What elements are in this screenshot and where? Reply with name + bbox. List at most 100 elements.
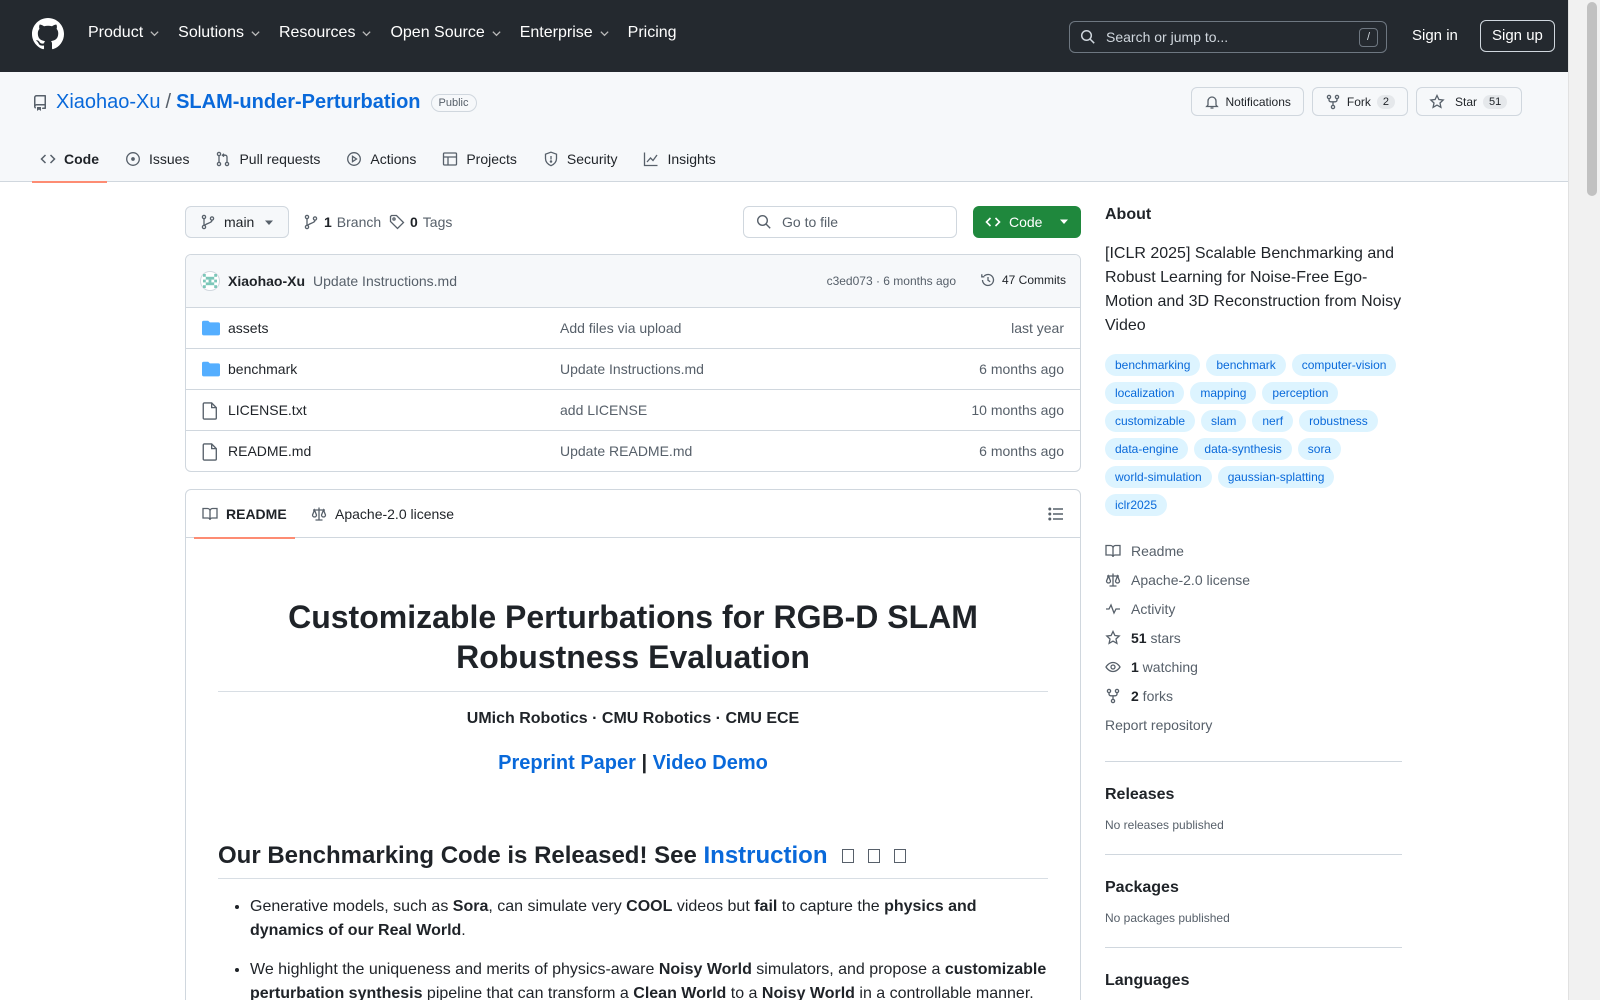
- commit-message-link[interactable]: Update Instructions.md: [313, 273, 457, 289]
- readme-link[interactable]: Readme: [1105, 536, 1402, 565]
- file-date: 6 months ago: [979, 443, 1064, 459]
- file-name[interactable]: assets: [228, 320, 268, 336]
- nav-solutions[interactable]: Solutions: [178, 24, 270, 42]
- tab-security[interactable]: Security: [535, 136, 626, 182]
- search-icon: [756, 214, 771, 229]
- file-name[interactable]: README.md: [228, 443, 311, 459]
- topic-tag[interactable]: slam: [1201, 410, 1247, 432]
- file-commit-message[interactable]: Update README.md: [560, 443, 692, 459]
- nav-product[interactable]: Product: [88, 24, 169, 42]
- tab-actions[interactable]: Actions: [338, 136, 424, 182]
- history-icon: [981, 273, 995, 287]
- file-name[interactable]: benchmark: [228, 361, 297, 377]
- shield-icon: [544, 151, 558, 167]
- tab-insights[interactable]: Insights: [635, 136, 723, 182]
- file-icon: [202, 443, 217, 461]
- star-label: Star: [1455, 94, 1478, 109]
- commit-author-link[interactable]: Xiaohao-Xu: [228, 273, 305, 289]
- topic-tag[interactable]: benchmark: [1206, 354, 1286, 376]
- activity-link[interactable]: Activity: [1105, 594, 1402, 623]
- avatar[interactable]: [200, 271, 220, 291]
- file-commit-message[interactable]: Update Instructions.md: [560, 361, 704, 377]
- branch-selector[interactable]: main: [185, 206, 289, 238]
- file-commit-message[interactable]: add LICENSE: [560, 402, 647, 418]
- file-browser: Xiaohao-Xu Update Instructions.md c3ed07…: [185, 254, 1081, 472]
- file-name[interactable]: LICENSE.txt: [228, 402, 307, 418]
- tab-readme[interactable]: README: [194, 490, 295, 539]
- commits-history-link[interactable]: 47 Commits: [980, 272, 1066, 288]
- tab-projects[interactable]: Projects: [434, 136, 525, 182]
- instruction-link[interactable]: Instruction: [704, 842, 828, 869]
- list-icon[interactable]: [1048, 506, 1064, 522]
- scrollbar-thumb[interactable]: [1587, 2, 1597, 196]
- text-span: .: [461, 922, 466, 939]
- nav-open-source[interactable]: Open Source: [390, 24, 510, 42]
- license-link[interactable]: Apache-2.0 license: [1105, 565, 1402, 594]
- file-row-assets[interactable]: assets Add files via upload last year: [186, 308, 1080, 349]
- file-date: 6 months ago: [979, 361, 1064, 377]
- topic-tag[interactable]: localization: [1105, 382, 1185, 404]
- commit-hash-time[interactable]: c3ed073 · 6 months ago: [827, 274, 956, 288]
- topic-tag[interactable]: iclr2025: [1105, 494, 1168, 516]
- topic-tag[interactable]: sora: [1297, 438, 1342, 460]
- topic-tag[interactable]: data-synthesis: [1194, 438, 1292, 460]
- topic-tag[interactable]: nerf: [1252, 410, 1294, 432]
- nav-enterprise[interactable]: Enterprise: [520, 24, 619, 42]
- list-item: Generative models, such as Sora, can sim…: [250, 895, 1048, 943]
- tab-pull-requests[interactable]: Pull requests: [207, 136, 328, 182]
- file-row-benchmark[interactable]: benchmark Update Instructions.md 6 month…: [186, 349, 1080, 390]
- file-commit-message[interactable]: Add files via upload: [560, 320, 681, 336]
- video-demo-link[interactable]: Video Demo: [653, 752, 768, 774]
- nav-label: Pricing: [627, 24, 677, 41]
- releases-heading[interactable]: Releases: [1105, 786, 1402, 804]
- star-button[interactable]: Star 51: [1416, 87, 1522, 116]
- stars-link[interactable]: 51 stars: [1105, 623, 1402, 652]
- tab-code[interactable]: Code: [32, 136, 107, 183]
- report-repository-label: Report repository: [1105, 716, 1213, 733]
- topic-tag[interactable]: mapping: [1190, 382, 1257, 404]
- github-logo-icon[interactable]: [32, 18, 64, 50]
- text-span: videos but: [672, 898, 755, 915]
- repo-name-link[interactable]: SLAM-under-Perturbation: [176, 91, 420, 114]
- topic-tag[interactable]: gaussian-splatting: [1217, 466, 1335, 488]
- topic-tag[interactable]: robustness: [1299, 410, 1378, 432]
- text-span: Generative models, such as: [250, 898, 453, 915]
- nav-resources[interactable]: Resources: [279, 24, 381, 42]
- preprint-paper-link[interactable]: Preprint Paper: [498, 752, 636, 774]
- packages-heading[interactable]: Packages: [1105, 879, 1402, 897]
- code-button-label: Code: [1009, 214, 1043, 230]
- notifications-button[interactable]: Notifications: [1190, 87, 1304, 116]
- repo-owner-link[interactable]: Xiaohao-Xu: [56, 91, 161, 114]
- sign-in-link[interactable]: Sign in: [1412, 27, 1458, 44]
- tab-issues[interactable]: Issues: [117, 136, 197, 182]
- topic-tag[interactable]: data-engine: [1105, 438, 1189, 460]
- nav-pricing[interactable]: Pricing: [628, 24, 686, 42]
- branches-link[interactable]: 1 Branch: [303, 214, 381, 230]
- topic-tag[interactable]: computer-vision: [1291, 354, 1397, 376]
- page-scrollbar[interactable]: [1568, 0, 1600, 1000]
- readme-panel: README Apache-2.0 license Customizable P…: [185, 489, 1081, 1000]
- report-repository-link[interactable]: Report repository: [1105, 710, 1402, 739]
- file-row-readme[interactable]: README.md Update README.md 6 months ago: [186, 431, 1080, 471]
- file-row-license[interactable]: LICENSE.txt add LICENSE 10 months ago: [186, 390, 1080, 431]
- tab-license[interactable]: Apache-2.0 license: [311, 490, 454, 538]
- tags-link[interactable]: 0 Tags: [389, 214, 452, 230]
- search-input[interactable]: Search or jump to... /: [1069, 21, 1387, 53]
- topic-tag[interactable]: benchmarking: [1105, 354, 1201, 376]
- sign-up-button[interactable]: Sign up: [1480, 20, 1555, 52]
- tab-label: Issues: [149, 151, 190, 167]
- topic-tag[interactable]: customizable: [1105, 410, 1196, 432]
- fork-button[interactable]: Fork 2: [1311, 87, 1408, 116]
- topic-tag[interactable]: perception: [1262, 382, 1339, 404]
- tab-label: Code: [64, 151, 99, 167]
- topic-tag[interactable]: world-simulation: [1105, 466, 1212, 488]
- forks-link[interactable]: 2 forks: [1105, 681, 1402, 710]
- watchers-link[interactable]: 1 watching: [1105, 652, 1402, 681]
- stars-text: 51 stars: [1131, 630, 1181, 646]
- law-icon: [311, 507, 327, 521]
- go-to-file-input[interactable]: Go to file: [743, 206, 957, 238]
- eye-icon: [1105, 661, 1121, 672]
- folder-icon: [202, 320, 220, 336]
- code-dropdown-button[interactable]: Code: [973, 206, 1081, 238]
- global-header: Product Solutions Resources Open Source …: [0, 0, 1568, 72]
